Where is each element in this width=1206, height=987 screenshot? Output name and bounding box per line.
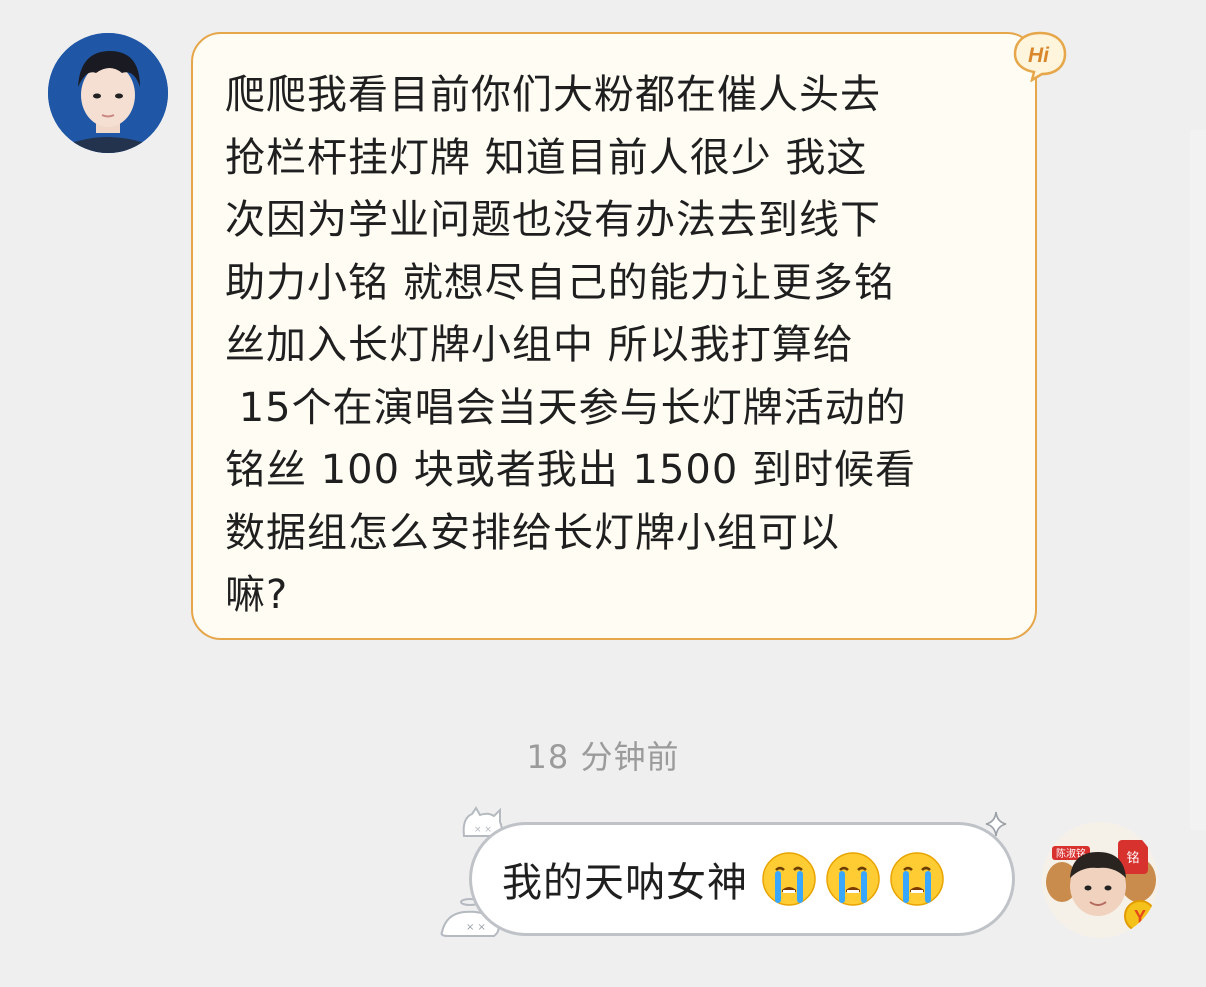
svg-text:铭: 铭 [1126, 851, 1139, 866]
user-avatar-image: 铭 陈淑铭 Y [1042, 822, 1158, 938]
crying-emoji-icon [890, 852, 944, 906]
hi-badge-text: Hi [1028, 44, 1050, 67]
incoming-message-text: 爬爬我看目前你们大粉都在催人头去 抢栏杆挂灯牌 知道目前人很少 我这 次因为学业… [225, 72, 917, 618]
sender-avatar-image [48, 33, 168, 153]
crying-emoji-icon [826, 852, 880, 906]
outgoing-message-bubble[interactable]: 我的天呐女神 [469, 822, 1015, 936]
outgoing-message-text: 我的天呐女神 [502, 860, 748, 906]
sender-avatar[interactable] [48, 33, 168, 153]
timestamp-text: 18 分钟前 [526, 738, 680, 776]
screen-edge-strip [1190, 130, 1206, 830]
user-avatar[interactable]: 铭 陈淑铭 Y [1042, 822, 1158, 938]
svg-text:× ×: × × [474, 825, 492, 835]
svg-text:× ×: × × [466, 922, 486, 933]
verified-badge-text: Y [1134, 907, 1146, 927]
emoji-group [754, 850, 946, 908]
message-timestamp: 18 分钟前 [0, 732, 1206, 778]
incoming-message-bubble[interactable]: 爬爬我看目前你们大粉都在催人头去 抢栏杆挂灯牌 知道目前人很少 我这 次因为学业… [191, 32, 1037, 640]
hi-badge-icon: Hi [1012, 30, 1068, 83]
crying-emoji-icon [762, 852, 816, 906]
